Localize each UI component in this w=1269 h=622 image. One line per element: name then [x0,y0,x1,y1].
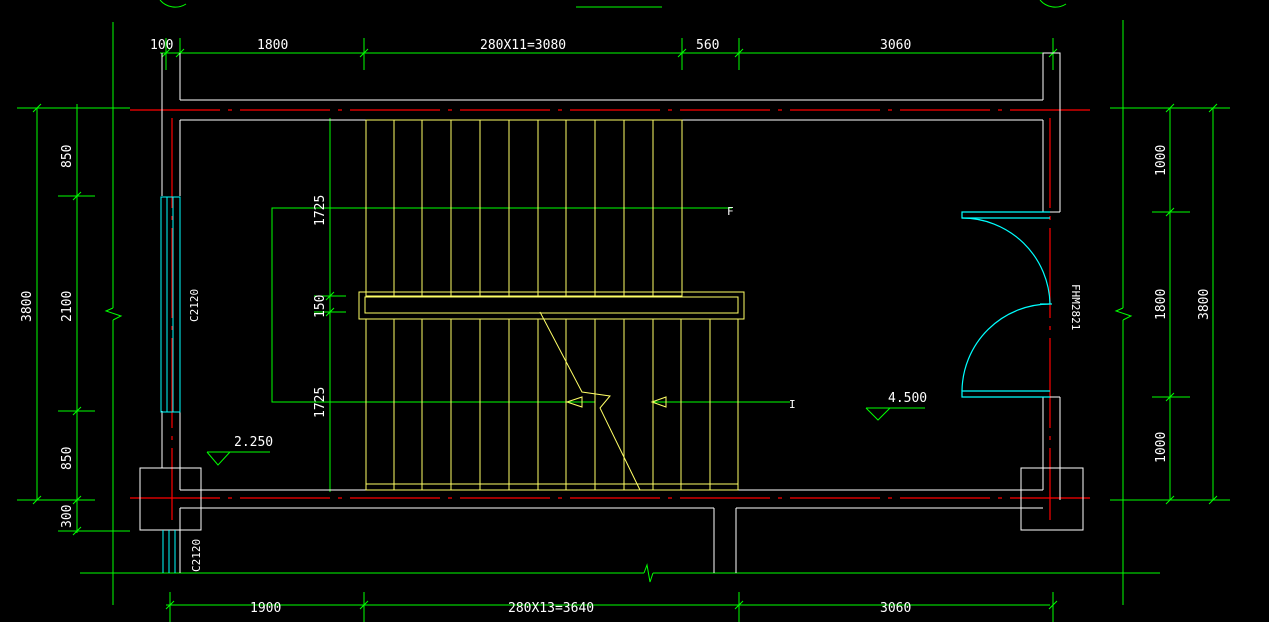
dim-right-1000-bottom: 1000 [1154,432,1169,463]
column-right [1020,467,1084,531]
dim-right-1000-top: 1000 [1154,145,1169,176]
level-high-label: 4.500 [888,391,927,406]
door-swing-icon [961,211,1052,398]
windows [160,196,181,573]
window-label-top: C2120 [188,289,201,322]
dim-left-3800: 3800 [20,291,35,322]
stair-down-marker: I [789,398,796,411]
dim-top-1800: 1800 [257,38,288,53]
dim-bottom-1900: 1900 [250,601,281,616]
level-low-label: 2.250 [234,435,273,450]
dim-left-850-bottom: 850 [60,447,75,470]
dim-left-2100: 2100 [60,291,75,322]
dimension-labels: 100 1800 280X11=3080 560 3060 1900 280X1… [20,38,1212,616]
dim-right-1800: 1800 [1154,289,1169,320]
dim-left-300: 300 [60,505,75,528]
dim-top-3060: 3060 [880,38,911,53]
dim-bottom-3060: 3060 [880,601,911,616]
dim-bottom-3640: 280X13=3640 [508,601,594,616]
stair-up-marker: F [727,205,734,218]
break-line-icon [539,311,641,491]
column-left [139,467,202,531]
elevation-marker-icon [206,451,232,466]
dim-stair-1725-top: 1725 [313,195,328,226]
axis-lines [130,109,1090,520]
window-label-bottom: C2120 [190,539,203,572]
stairs [358,119,745,491]
dim-right-3800: 3800 [1197,289,1212,320]
dim-top-3080: 280X11=3080 [480,38,566,53]
door-label: FHM2821 [1069,284,1082,330]
dim-top-560: 560 [696,38,719,53]
dim-stair-1725-bottom: 1725 [313,387,328,418]
stair-plan-drawing: 100 1800 280X11=3080 560 3060 1900 280X1… [17,0,1230,622]
dim-stair-150: 150 [313,295,328,318]
dim-top-100: 100 [150,38,173,53]
dim-left-850-top: 850 [60,145,75,168]
